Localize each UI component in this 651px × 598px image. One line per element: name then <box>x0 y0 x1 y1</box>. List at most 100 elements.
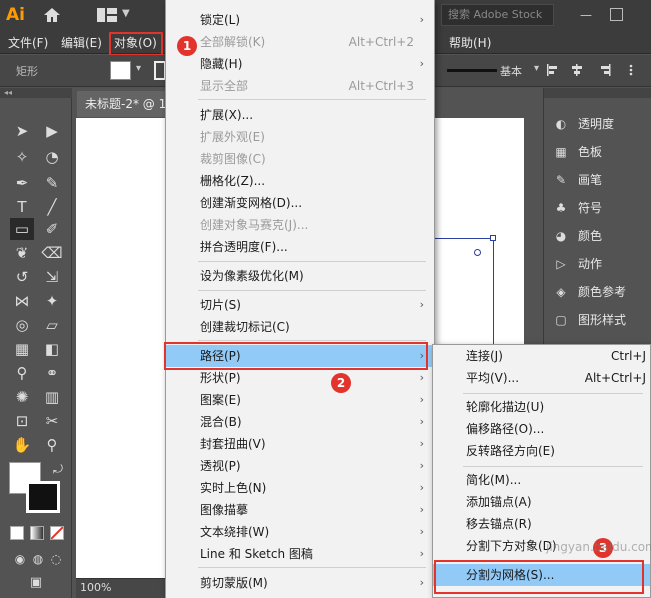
panel-graphic-styles[interactable]: ▢ 图形样式 <box>552 308 651 332</box>
shaper-tool-icon[interactable]: ❦ <box>10 242 34 264</box>
panel-swatches[interactable]: ▦ 色板 <box>552 140 651 164</box>
submenu-item-offset-path[interactable]: 偏移路径(O)... <box>433 418 650 440</box>
menu-item-crop-image[interactable]: 裁剪图像(C) <box>166 148 434 170</box>
menu-item-text-wrap[interactable]: 文本绕排(W) › <box>166 521 434 543</box>
menu-item-perspective[interactable]: 透视(P) › <box>166 455 434 477</box>
align-center-icon[interactable] <box>570 63 584 77</box>
chevron-down-icon[interactable]: ▼ <box>122 8 130 19</box>
menu-item-gradient-mesh[interactable]: 创建渐变网格(D)... <box>166 192 434 214</box>
minimize-icon[interactable]: — <box>580 7 598 23</box>
line-tool-icon[interactable]: ╱ <box>40 196 64 218</box>
workspace-icon[interactable] <box>96 7 118 23</box>
menu-item-line-sketch[interactable]: Line 和 Sketch 图稿 › <box>166 543 434 565</box>
eyedropper-tool-icon[interactable]: ⚲ <box>10 362 34 384</box>
menu-file[interactable]: 文件(F) <box>8 34 48 52</box>
artboard-tool-icon[interactable]: ⊡ <box>10 410 34 432</box>
submenu-item-average[interactable]: 平均(V)... Alt+Ctrl+J <box>433 367 650 389</box>
align-right-icon[interactable] <box>598 63 612 77</box>
gradient-tool-icon[interactable]: ◧ <box>40 338 64 360</box>
lasso-tool-icon[interactable]: ◔ <box>40 146 64 168</box>
panel-color-guide[interactable]: ◈ 颜色参考 <box>552 280 651 304</box>
menu-item-image-trace[interactable]: 图像描摹 › <box>166 499 434 521</box>
stroke-color-box[interactable] <box>26 481 60 513</box>
menu-item-rasterize[interactable]: 栅格化(Z)... <box>166 170 434 192</box>
type-tool-icon[interactable]: T <box>10 196 34 218</box>
home-icon[interactable] <box>42 6 62 24</box>
menu-item-trim-marks[interactable]: 创建裁切标记(C) <box>166 316 434 338</box>
menu-item-slice[interactable]: 切片(S) › <box>166 294 434 316</box>
stroke-style-label[interactable]: 基本 <box>500 63 522 79</box>
submenu-item-outline-stroke[interactable]: 轮廓化描边(U) <box>433 396 650 418</box>
direct-selection-tool-icon[interactable]: ▶ <box>40 120 64 142</box>
hand-tool-icon[interactable]: ✋ <box>10 434 34 456</box>
menu-item-flatten-transparency[interactable]: 拼合透明度(F)... <box>166 236 434 258</box>
menu-item-shape[interactable]: 形状(P) › <box>166 367 434 389</box>
submenu-item-remove-anchor[interactable]: 移去锚点(R) <box>433 513 650 535</box>
mesh-tool-icon[interactable]: ▦ <box>10 338 34 360</box>
pen-tool-icon[interactable]: ✒ <box>10 172 34 194</box>
anchor-point[interactable] <box>490 235 496 241</box>
width-tool-icon[interactable]: ⋈ <box>10 290 34 312</box>
menu-item-clipping-mask[interactable]: 剪切蒙版(M) › <box>166 572 434 594</box>
menu-item-show-all[interactable]: 显示全部 Alt+Ctrl+3 <box>166 75 434 97</box>
scale-tool-icon[interactable]: ⇲ <box>40 266 64 288</box>
fill-color-swatch[interactable] <box>110 61 131 80</box>
menu-item-pattern[interactable]: 图案(E) › <box>166 389 434 411</box>
submenu-item-reverse-path[interactable]: 反转路径方向(E) <box>433 440 650 462</box>
panel-brushes[interactable]: ✎ 画笔 <box>552 168 651 192</box>
menu-item-pixel-perfect[interactable]: 设为像素级优化(M) <box>166 265 434 287</box>
zoom-tool-icon[interactable]: ⚲ <box>40 434 64 456</box>
panel-actions[interactable]: ▷ 动作 <box>552 252 651 276</box>
menu-item-blend[interactable]: 混合(B) › <box>166 411 434 433</box>
menu-item-live-paint[interactable]: 实时上色(N) › <box>166 477 434 499</box>
shape-builder-tool-icon[interactable]: ◎ <box>10 314 34 336</box>
collapse-icon[interactable]: ◂◂ <box>0 88 72 98</box>
menu-item-lock[interactable]: 锁定(L) › <box>166 9 434 31</box>
submenu-item-add-anchor[interactable]: 添加锚点(A) <box>433 491 650 513</box>
document-tab[interactable]: 未标题-2* @ 1 <box>77 91 167 117</box>
panel-color[interactable]: ◕ 颜色 <box>552 224 651 248</box>
column-graph-tool-icon[interactable]: ▥ <box>40 386 64 408</box>
draw-inside-icon[interactable]: ◌ <box>44 548 68 570</box>
zoom-level[interactable]: 100% <box>80 581 111 594</box>
submenu-item-join[interactable]: 连接(J) Ctrl+J <box>433 345 650 367</box>
menu-item-unlock-all[interactable]: 全部解锁(K) Alt+Ctrl+2 <box>166 31 434 53</box>
screen-mode-icon[interactable]: ▣ <box>24 572 48 594</box>
rectangle-tool-icon[interactable]: ▭ <box>10 218 34 240</box>
paintbrush-tool-icon[interactable]: ✐ <box>40 218 64 240</box>
eraser-tool-icon[interactable]: ⌫ <box>40 242 64 264</box>
symbol-sprayer-tool-icon[interactable]: ✺ <box>10 386 34 408</box>
submenu-item-simplify[interactable]: 简化(M)... <box>433 469 650 491</box>
panel-symbols[interactable]: ♣ 符号 <box>552 196 651 220</box>
menu-item-envelope-distort[interactable]: 封套扭曲(V) › <box>166 433 434 455</box>
stroke-profile-sample[interactable] <box>447 69 497 72</box>
slice-tool-icon[interactable]: ✂ <box>40 410 64 432</box>
panel-transparency[interactable]: ◐ 透明度 <box>552 112 651 136</box>
perspective-grid-tool-icon[interactable]: ▱ <box>40 314 64 336</box>
menu-help[interactable]: 帮助(H) <box>449 34 491 52</box>
stock-search-input[interactable]: 搜索 Adobe Stock <box>441 4 554 26</box>
none-mode-icon[interactable] <box>50 526 64 540</box>
gradient-mode-icon[interactable] <box>30 526 44 540</box>
menu-item-expand-appearance[interactable]: 扩展外观(E) <box>166 126 434 148</box>
rotate-tool-icon[interactable]: ↺ <box>10 266 34 288</box>
menu-separator <box>198 99 426 100</box>
magic-wand-tool-icon[interactable]: ✧ <box>10 146 34 168</box>
color-mode-icon[interactable] <box>10 526 24 540</box>
chevron-down-icon[interactable]: ▾ <box>136 63 141 74</box>
menu-item-object-mosaic[interactable]: 创建对象马赛克(J)... <box>166 214 434 236</box>
align-left-icon[interactable] <box>546 63 560 77</box>
curvature-tool-icon[interactable]: ✎ <box>40 172 64 194</box>
panel-collapse-strip[interactable] <box>544 88 651 98</box>
menu-edit[interactable]: 编辑(E) <box>61 34 102 52</box>
chevron-down-icon[interactable]: ▾ <box>534 63 539 74</box>
transparency-icon: ◐ <box>555 117 567 131</box>
menu-item-expand[interactable]: 扩展(X)... <box>166 104 434 126</box>
blend-tool-icon[interactable]: ⚭ <box>40 362 64 384</box>
selection-tool-icon[interactable]: ➤ <box>10 120 34 142</box>
swap-colors-icon[interactable]: ⤾ <box>46 458 70 480</box>
more-options-icon[interactable] <box>624 63 638 77</box>
menu-item-hide[interactable]: 隐藏(H) › <box>166 53 434 75</box>
puppet-warp-tool-icon[interactable]: ✦ <box>40 290 64 312</box>
maximize-icon[interactable] <box>610 8 623 21</box>
